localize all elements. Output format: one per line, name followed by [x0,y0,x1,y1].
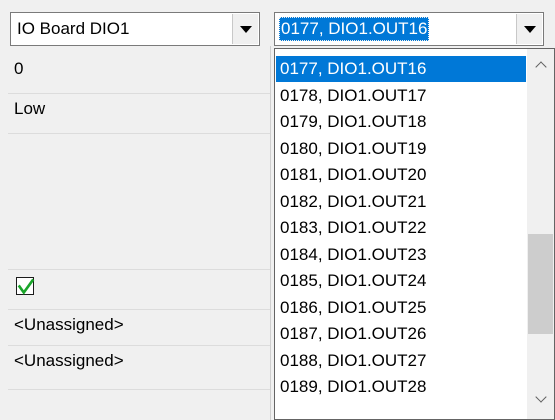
scroll-up-button[interactable] [527,53,554,77]
enabled-checkbox[interactable] [16,277,35,295]
dropdown-item[interactable]: 0179, DIO1.OUT18 [276,109,526,135]
column-divider [270,46,271,420]
dropdown-scrollbar[interactable] [527,49,554,419]
chevron-down-icon [239,25,252,33]
property-level-text: Low [14,99,46,118]
io-signal-editor: IO Board DIO1 0177, DIO1.OUT16 0 Low <Un… [0,0,555,420]
unassigned-text-2: <Unassigned> [14,351,124,370]
signal-combo[interactable]: 0177, DIO1.OUT16 [274,12,544,46]
signal-dropdown-list[interactable]: 0177, DIO1.OUT16 0178, DIO1.OUT17 0179, DI… [274,48,555,420]
property-cell-empty[interactable] [8,134,270,270]
scrollbar-thumb[interactable] [528,233,553,334]
property-cell-unassigned-2[interactable]: <Unassigned> [8,346,270,390]
io-board-dropdown-button[interactable] [232,14,258,44]
dropdown-item[interactable]: 0186, DIO1.OUT25 [276,295,526,321]
dropdown-item[interactable]: 0177, DIO1.OUT16 [276,56,526,82]
dropdown-item[interactable]: 0188, DIO1.OUT27 [276,348,526,374]
io-board-combo-value: IO Board DIO1 [17,19,130,38]
dropdown-item[interactable]: 0181, DIO1.OUT20 [276,162,526,188]
dropdown-item[interactable]: 0178, DIO1.OUT17 [276,83,526,109]
property-cell-unassigned-1[interactable]: <Unassigned> [8,310,270,346]
dropdown-item[interactable]: 0189, DIO1.OUT28 [276,374,526,400]
property-cell-level[interactable]: Low [8,94,270,134]
dropdown-item[interactable]: 0183, DIO1.OUT22 [276,215,526,241]
chevron-up-icon [534,61,547,73]
checkmark-icon [17,278,35,295]
scroll-down-button[interactable] [527,387,554,411]
property-cell-value[interactable]: 0 [8,54,270,94]
io-board-combo[interactable]: IO Board DIO1 [10,12,260,46]
dropdown-item[interactable]: 0182, DIO1.OUT21 [276,189,526,215]
signal-combo-value: 0177, DIO1.OUT16 [279,17,430,41]
property-cell-checkbox [8,270,270,310]
chevron-down-icon [523,25,536,33]
dropdown-item[interactable]: 0180, DIO1.OUT19 [276,136,526,162]
dropdown-item[interactable]: 0184, DIO1.OUT23 [276,242,526,268]
property-value-text: 0 [14,59,24,78]
dropdown-item[interactable]: 0185, DIO1.OUT24 [276,268,526,294]
signal-dropdown-button[interactable] [516,14,542,44]
dropdown-item[interactable]: 0187, DIO1.OUT26 [276,321,526,347]
chevron-down-icon [534,391,547,403]
unassigned-text-1: <Unassigned> [14,315,124,334]
